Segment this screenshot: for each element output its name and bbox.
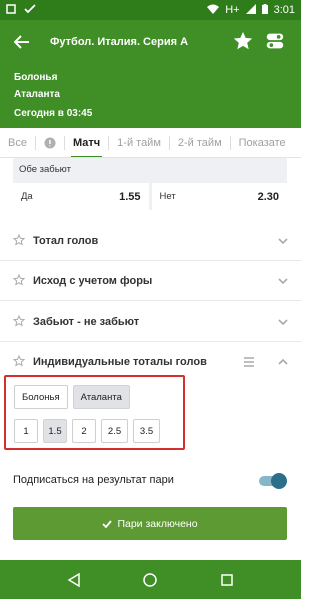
signal-icon: [245, 3, 256, 17]
star-outline-icon[interactable]: [13, 234, 25, 246]
bet-placed-label: Пари заключено: [117, 517, 198, 530]
check-icon: [24, 3, 36, 17]
system-nav-bar: [0, 560, 301, 599]
total-line-option[interactable]: 1: [14, 419, 38, 443]
market-row-label: Исход с учетом форы: [33, 274, 153, 287]
total-line-option[interactable]: 3.5: [133, 419, 160, 443]
individual-totals-selector: Болонья Аталанта 1 1.5 2 2.5 3.5: [4, 375, 185, 450]
team-selector: Болонья Аталанта: [14, 385, 130, 409]
chevron-down-icon: [278, 278, 288, 285]
favorite-button[interactable]: [232, 30, 256, 54]
star-outline-icon[interactable]: [13, 315, 25, 327]
market-row-label: Индивидуальные тоталы голов: [33, 356, 207, 368]
team-option-away[interactable]: Аталанта: [72, 385, 130, 409]
market-row-both-score[interactable]: Забьют - не забьют: [0, 302, 301, 342]
arrow-left-icon: [14, 35, 29, 49]
market-row-total-goals[interactable]: Тотал голов: [0, 221, 301, 261]
total-line-selector: 1 1.5 2 2.5 3.5: [14, 419, 160, 443]
nav-back-button[interactable]: [64, 570, 84, 590]
star-icon: [233, 31, 253, 50]
match-date: Сегодня в 03:45: [14, 108, 93, 119]
odd-label: Нет: [159, 191, 176, 202]
odd-yes-button[interactable]: Да 1.55: [13, 183, 149, 210]
check-icon: [102, 519, 113, 528]
wifi-icon: [207, 4, 220, 17]
tab-second-half[interactable]: 2-й тайм: [170, 128, 230, 157]
total-line-option[interactable]: 2: [72, 419, 96, 443]
odd-value: 2.30: [257, 190, 279, 203]
circle-home-icon: [143, 572, 158, 587]
nav-recents-button[interactable]: [217, 570, 237, 590]
page-title: Футбол. Италия. Серия А: [50, 36, 189, 48]
tab-all[interactable]: Все: [0, 128, 35, 157]
total-line-option[interactable]: 2.5: [101, 419, 128, 443]
back-button[interactable]: [0, 20, 44, 64]
market-row-label: Забьют - не забьют: [33, 315, 140, 328]
toggle-thumb: [271, 473, 287, 489]
chevron-up-icon: [278, 358, 288, 365]
odd-no-button[interactable]: Нет 2.30: [151, 183, 287, 210]
subscribe-toggle[interactable]: [257, 473, 287, 489]
team-option-home[interactable]: Болонья: [14, 385, 68, 409]
chevron-down-icon: [278, 238, 288, 245]
market-row-label: Тотал голов: [33, 234, 99, 247]
nav-home-button[interactable]: [140, 570, 160, 590]
market-card-both-score: Обе забьют Да 1.55 Нет 2.30: [13, 158, 287, 210]
settings-button[interactable]: [264, 30, 288, 54]
chevron-down-icon: [278, 319, 288, 326]
tabs-bar: Все Матч 1-й тайм 2-й тайм Показате: [0, 128, 301, 158]
notification-icon: [6, 3, 16, 17]
odds-row: Да 1.55 Нет 2.30: [13, 183, 287, 210]
tab-first-half[interactable]: 1-й тайм: [109, 128, 169, 157]
info-icon: [44, 137, 56, 148]
network-type: H+: [225, 4, 240, 16]
odd-value: 1.55: [119, 190, 141, 203]
star-outline-icon[interactable]: [13, 274, 25, 286]
status-bar: H+ 3:01: [0, 0, 301, 20]
market-title: Обе забьют: [19, 164, 71, 175]
subscribe-label: Подписаться на результат пари: [13, 474, 174, 486]
square-recents-icon: [221, 573, 233, 586]
home-team: Болонья: [14, 72, 58, 83]
bet-placed-button[interactable]: Пари заключено: [13, 507, 287, 540]
away-team: Аталанта: [14, 89, 60, 100]
list-view-icon[interactable]: [243, 356, 255, 368]
market-row-handicap[interactable]: Исход с учетом форы: [0, 261, 301, 301]
event-header: Футбол. Италия. Серия А Болонья Аталанта…: [0, 20, 301, 128]
status-time: 3:01: [273, 4, 295, 16]
tab-info[interactable]: [36, 128, 64, 157]
triangle-back-icon: [67, 572, 80, 587]
tab-match[interactable]: Матч: [65, 128, 108, 157]
total-line-option[interactable]: 1.5: [43, 419, 67, 443]
tab-stats[interactable]: Показате: [231, 128, 294, 157]
battery-icon: [261, 3, 268, 17]
sliders-icon: [266, 33, 284, 49]
odd-label: Да: [21, 191, 33, 202]
star-outline-icon[interactable]: [13, 355, 25, 367]
